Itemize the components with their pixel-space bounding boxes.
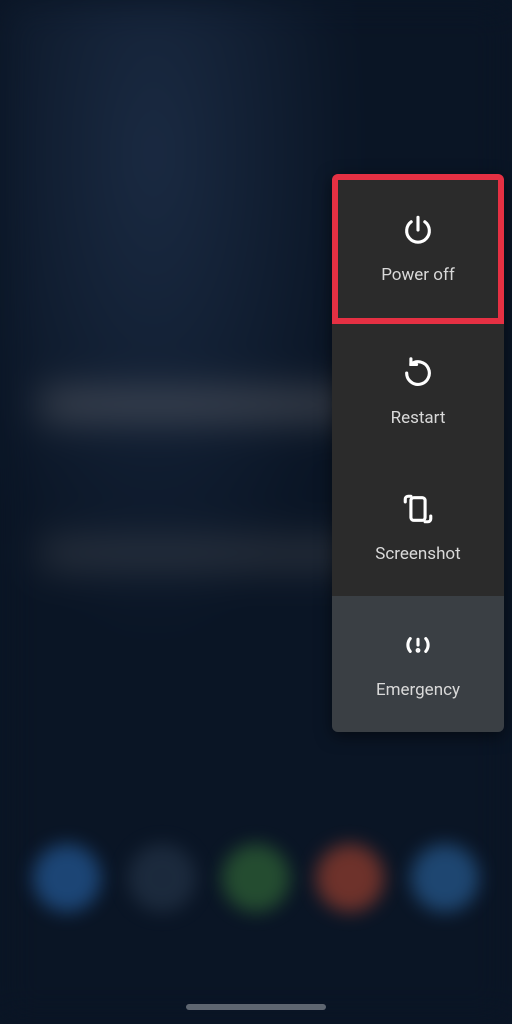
screenshot-label: Screenshot — [375, 544, 460, 564]
emergency-label: Emergency — [376, 680, 460, 700]
dock-app-3 — [222, 844, 290, 912]
dock-app-1 — [33, 844, 101, 912]
gesture-pill[interactable] — [186, 1004, 326, 1010]
dock-app-2 — [128, 844, 196, 912]
emergency-button[interactable]: Emergency — [332, 596, 504, 732]
dock-app-5 — [411, 844, 479, 912]
emergency-icon — [401, 628, 435, 662]
screenshot-icon — [401, 492, 435, 526]
power-off-label: Power off — [381, 265, 455, 285]
dock-row — [0, 844, 512, 944]
restart-icon — [401, 356, 435, 390]
dock-app-4 — [316, 844, 384, 912]
restart-label: Restart — [391, 408, 446, 428]
power-menu: Power off Restart Screenshot — [332, 174, 504, 732]
restart-button[interactable]: Restart — [332, 324, 504, 460]
power-off-button[interactable]: Power off — [332, 174, 504, 324]
power-icon — [401, 213, 435, 247]
screenshot-button[interactable]: Screenshot — [332, 460, 504, 596]
